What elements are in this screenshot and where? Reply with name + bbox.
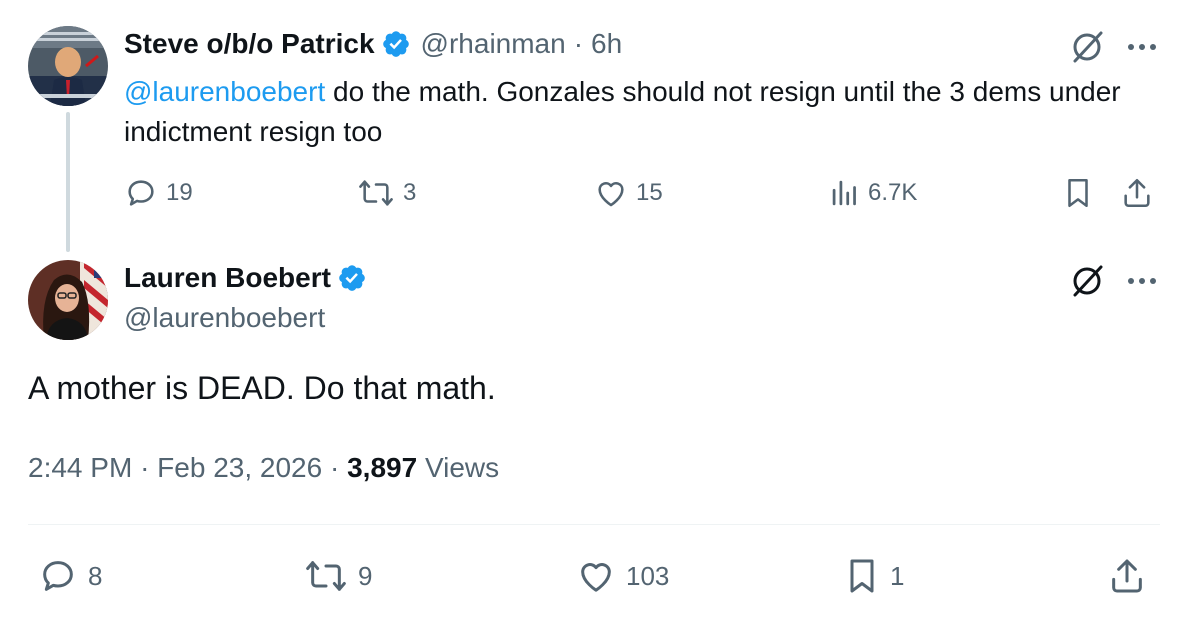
like-icon (574, 556, 618, 596)
like-count: 15 (636, 179, 663, 206)
main-header: Lauren Boebert (124, 262, 367, 294)
main-repost-count: 9 (358, 560, 373, 591)
main-tweet-meta: 2:44 PM · Feb 23, 2026 · 3,897 Views (28, 452, 499, 484)
reply-share-button[interactable] (1120, 176, 1154, 210)
main-author-avatar[interactable] (28, 260, 108, 340)
meta-separator: · (140, 452, 150, 483)
divider (28, 524, 1160, 525)
main-reply-count: 8 (88, 560, 103, 591)
views-count: 6.7K (868, 179, 918, 206)
main-like-button[interactable]: 103 (574, 556, 669, 596)
main-tweet-date[interactable]: Feb 23, 2026 (157, 452, 322, 483)
bookmark-icon (1062, 176, 1094, 210)
reply-icon (124, 176, 158, 210)
grok-icon[interactable] (1070, 262, 1106, 298)
bookmark-icon (842, 556, 882, 596)
reply-mention-link[interactable]: @laurenboebert (124, 76, 325, 107)
main-author-handle[interactable]: @laurenboebert (124, 302, 325, 334)
repost-icon (302, 556, 350, 596)
reply-author-handle[interactable]: @rhainman (421, 28, 566, 60)
verified-badge-icon (381, 29, 411, 59)
reply-repost-button[interactable]: 3 (357, 176, 416, 210)
repost-icon (357, 176, 395, 210)
share-icon (1106, 556, 1148, 596)
main-tweet-text: A mother is DEAD. Do that math. (28, 370, 496, 406)
main-views-count: 3,897 (347, 452, 418, 483)
main-tweet-time[interactable]: 2:44 PM (28, 452, 132, 483)
reply-bookmark-button[interactable] (1062, 176, 1094, 210)
reply-author-name[interactable]: Steve o/b/o Patrick (124, 28, 375, 60)
reply-icon (36, 556, 80, 596)
reply-like-button[interactable]: 15 (594, 176, 663, 210)
like-icon (594, 176, 628, 210)
repost-count: 3 (403, 179, 417, 206)
views-icon (830, 176, 860, 210)
meta-separator: · (329, 452, 340, 483)
reply-reply-button[interactable]: 19 (124, 176, 193, 210)
main-like-count: 103 (626, 560, 670, 591)
main-reply-button[interactable]: 8 (36, 556, 102, 596)
grok-icon[interactable] (1070, 28, 1106, 64)
main-share-button[interactable] (1106, 556, 1148, 596)
reply-separator: · (573, 28, 584, 59)
more-icon[interactable] (1126, 274, 1158, 286)
verified-badge-icon (337, 263, 367, 293)
reply-time[interactable]: 6h (591, 28, 622, 60)
thread-connector-line (66, 112, 70, 252)
reply-text: @laurenboebert do the math. Gonzales sho… (124, 72, 1154, 152)
reply-author-avatar[interactable] (28, 26, 108, 106)
reply-views-button[interactable]: 6.7K (830, 176, 917, 210)
main-author-name[interactable]: Lauren Boebert (124, 262, 331, 294)
main-views-label: Views (424, 452, 500, 483)
more-icon[interactable] (1126, 40, 1158, 52)
main-repost-button[interactable]: 9 (302, 556, 372, 596)
main-bookmark-button[interactable]: 1 (842, 556, 904, 596)
share-icon (1120, 176, 1154, 210)
main-bookmark-count: 1 (890, 560, 905, 591)
reply-count: 19 (166, 179, 193, 206)
reply-header: Steve o/b/o Patrick @rhainman · 6h (124, 28, 622, 60)
